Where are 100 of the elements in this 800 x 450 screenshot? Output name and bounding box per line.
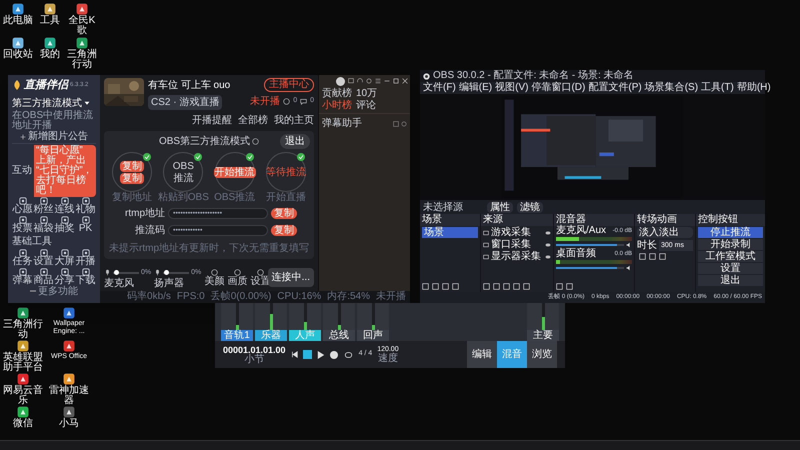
desktop-shortcut[interactable]: 小马 xyxy=(46,406,92,429)
desktop-shortcut[interactable]: 英雄联盟助手平台 xyxy=(0,340,46,373)
panel-tab[interactable]: 10万 xyxy=(356,88,378,100)
tool-icon xyxy=(18,268,26,276)
toolbar-button[interactable]: 属性 xyxy=(487,202,513,212)
tool-button[interactable]: PK xyxy=(75,216,96,234)
dock-title: 来源 xyxy=(481,214,553,226)
tool-button[interactable]: 任务 xyxy=(12,248,33,266)
anchor-center-button[interactable]: 主播中心 xyxy=(264,78,314,92)
tool-button[interactable]: 开播 xyxy=(75,248,96,266)
tool-button[interactable]: 粉丝 xyxy=(33,196,54,214)
panel-tab[interactable]: 小时榜 xyxy=(322,100,352,112)
mode-dropdown[interactable]: 第三方推流模式 xyxy=(12,96,96,110)
control-button[interactable]: 设置 xyxy=(698,263,763,274)
go-live-button[interactable]: 连接中... xyxy=(268,268,314,287)
step-caption: 复制地址 xyxy=(112,192,152,203)
menu-item[interactable]: 场景集合(S) xyxy=(644,83,698,93)
time-unit: 小节 xyxy=(244,354,264,364)
audio-label: 麦克风 xyxy=(104,278,135,289)
desktop-shortcut[interactable]: 雷神加速器 xyxy=(46,373,92,406)
app-logo-icon xyxy=(423,72,430,80)
desktop-shortcut[interactable]: 全民K歌 xyxy=(66,3,98,36)
tool-icon xyxy=(82,248,90,256)
track-label: 乐器 xyxy=(255,330,287,341)
plus-icon xyxy=(20,134,26,140)
control-button[interactable]: 工作室模式 xyxy=(698,251,763,262)
desktop-shortcut[interactable]: 三角洲行动 xyxy=(0,307,46,340)
tool-button[interactable]: 下载 xyxy=(75,268,96,286)
menu-item[interactable]: 视图(V) xyxy=(495,83,528,93)
desktop-shortcut[interactable]: 此电脑 xyxy=(2,3,34,26)
panel-title: 弹幕助手 xyxy=(322,116,362,131)
desktop-shortcut[interactable]: 回收站 xyxy=(2,37,34,60)
tool-button[interactable]: 商品 xyxy=(33,268,54,286)
add-notice-button[interactable]: 新增图片公告 xyxy=(12,130,96,144)
tool-button[interactable]: 福袋 xyxy=(33,216,54,234)
copy-button[interactable]: 复制 xyxy=(120,172,144,184)
tool-icon xyxy=(60,248,68,256)
desktop-shortcut[interactable]: 网易云音乐 xyxy=(0,373,46,406)
toolbar-button[interactable]: 画质 xyxy=(227,269,248,288)
menu-item[interactable]: 工具(T) xyxy=(701,83,734,93)
copy-button[interactable]: 复制 xyxy=(120,160,144,172)
view-tab[interactable]: 编辑 xyxy=(467,341,497,368)
header-link[interactable]: 开播提醒 xyxy=(192,113,232,128)
copy-button[interactable]: 复制 xyxy=(271,225,297,236)
source-item[interactable]: 显示器采集 xyxy=(491,251,541,263)
volume-slider[interactable] xyxy=(163,272,190,274)
transition-dropdown[interactable]: 淡入淡出 xyxy=(637,227,693,238)
tool-icon xyxy=(256,269,264,276)
toolbar-button[interactable]: 滤镜 xyxy=(517,202,543,212)
menu-item[interactable]: 帮助(H) xyxy=(736,83,771,93)
tool-button[interactable]: 心愿 xyxy=(12,196,33,214)
maximize-icon xyxy=(393,78,399,84)
category-tag[interactable]: CS2 · 游戏直播 xyxy=(148,95,222,110)
start-push-button[interactable]: 开始推流 xyxy=(214,166,256,178)
source-item[interactable]: 游戏采集 xyxy=(491,227,531,239)
rewind-icon xyxy=(290,351,298,358)
track-label: 主要 xyxy=(527,330,559,341)
desktop-shortcut[interactable]: 三角洲行动 xyxy=(66,37,98,70)
app-icon xyxy=(17,307,29,319)
app-icon xyxy=(44,3,56,15)
tool-button[interactable]: 弹幕 xyxy=(12,268,33,286)
tool-icon xyxy=(60,268,68,276)
control-button[interactable]: 停止推流 xyxy=(698,227,763,238)
tool-button[interactable]: 大屏 xyxy=(54,248,75,266)
record-icon xyxy=(330,350,338,358)
dock-title: 混音器 xyxy=(554,214,634,226)
desktop-shortcut[interactable]: 我的 xyxy=(34,37,66,60)
tool-button[interactable]: 投票 xyxy=(12,216,33,234)
control-button[interactable]: 开始录制 xyxy=(698,239,763,250)
scene-item[interactable]: 场景 xyxy=(422,227,478,238)
copy-button[interactable]: 复制 xyxy=(271,208,297,219)
tool-button[interactable]: 分享 xyxy=(54,268,75,286)
tool-button[interactable]: 礼物 xyxy=(75,196,96,214)
exit-button[interactable]: 退出 xyxy=(280,134,310,149)
header-link[interactable]: 全部榜 xyxy=(238,113,268,128)
tool-button[interactable]: 抽奖 xyxy=(54,216,75,234)
panel-tab[interactable]: 贡献榜 xyxy=(322,88,352,100)
tool-button[interactable]: 连线 xyxy=(54,196,75,214)
status-item: CPU:16% xyxy=(277,292,322,302)
tool-button[interactable]: 设置 xyxy=(33,248,54,266)
menu-item[interactable]: 编辑(E) xyxy=(458,83,492,93)
tool-icon xyxy=(60,216,68,224)
step-caption: OBS推流 xyxy=(214,192,256,203)
desktop-shortcut[interactable]: 微信 xyxy=(0,406,46,429)
source-item[interactable]: 窗口采集 xyxy=(491,239,531,251)
status-item: FPS:0 xyxy=(176,292,205,302)
volume-slider[interactable] xyxy=(113,272,139,274)
header-link[interactable]: 我的主页 xyxy=(274,113,314,128)
control-button[interactable]: 退出 xyxy=(698,275,763,286)
desktop-shortcut[interactable]: 工具 xyxy=(34,3,66,26)
view-tab[interactable]: 浏览 xyxy=(527,341,557,368)
panel-tab[interactable]: 评论 xyxy=(356,100,376,112)
more-features-button[interactable]: 更多功能 xyxy=(12,286,96,296)
app-icon xyxy=(76,37,88,49)
track-label: 总线 xyxy=(323,330,355,341)
toolbar-button[interactable]: 美颜 xyxy=(204,269,224,288)
section-heading: 基础工具 xyxy=(12,234,53,248)
menu-item[interactable]: 文件(F) xyxy=(423,83,456,93)
menu-item[interactable]: 停靠窗口(D) xyxy=(531,83,586,93)
menu-item[interactable]: 配置文件(P) xyxy=(588,83,642,93)
